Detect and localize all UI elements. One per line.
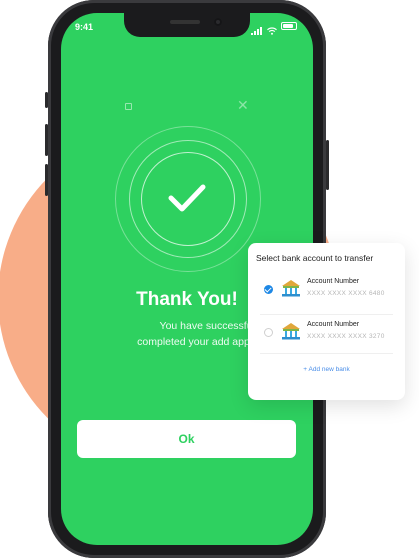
radio-selected-icon[interactable] [264, 285, 273, 294]
bank-account-option-2[interactable]: Account Number XXXX XXXX XXXX 3270 [248, 314, 405, 352]
volume-up-button [45, 124, 48, 156]
wifi-icon [267, 22, 277, 35]
cellular-signal-icon [251, 22, 263, 35]
ok-button[interactable]: Ok [77, 420, 296, 458]
bank-building-icon [281, 321, 301, 341]
speaker-grille [170, 20, 200, 24]
divider [260, 353, 393, 354]
account-label: Account Number [307, 278, 360, 285]
account-number: XXXX XXXX XXXX 3270 [307, 333, 385, 340]
status-icons [251, 22, 297, 35]
status-time: 9:41 [75, 22, 94, 32]
success-rings [115, 126, 261, 272]
bank-select-card: Select bank account to transfer Account … [248, 243, 405, 400]
account-number: XXXX XXXX XXXX 6480 [307, 290, 385, 297]
account-label: Account Number [307, 321, 360, 328]
decorative-square [125, 103, 132, 110]
checkmark-icon [167, 181, 207, 215]
notch [124, 13, 250, 37]
add-new-bank-link[interactable]: + Add new bank [248, 366, 405, 373]
decorative-cross-icon: ✕ [237, 97, 249, 113]
bank-building-icon [281, 278, 301, 298]
radio-unselected-icon[interactable] [264, 328, 273, 337]
mute-switch [45, 92, 48, 108]
camera-icon [214, 18, 222, 26]
power-button [326, 140, 329, 190]
bank-account-option-1[interactable]: Account Number XXXX XXXX XXXX 6480 [248, 271, 405, 309]
volume-down-button [45, 164, 48, 196]
battery-icon [281, 22, 297, 30]
bank-card-title: Select bank account to transfer [256, 253, 374, 263]
